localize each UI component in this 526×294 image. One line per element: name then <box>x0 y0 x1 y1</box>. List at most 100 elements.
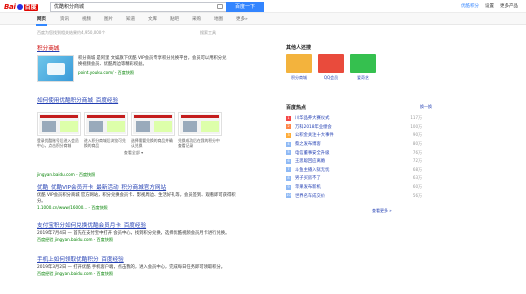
related-name: QQ会员 <box>323 75 339 80</box>
hot-value: 100万 <box>410 123 422 129</box>
hot-more-link[interactable]: 查看更多 » <box>372 208 392 214</box>
user-link-points[interactable]: 优酷积分 <box>461 3 479 9</box>
camera-icon[interactable] <box>217 4 223 9</box>
result-1-url[interactable]: point.youku.com/ - 百度快照 <box>78 70 228 76</box>
step-thumbnail[interactable] <box>131 112 175 136</box>
hot-refresh[interactable]: 换一换 <box>420 104 432 111</box>
result-stats: 百度为您找到相关结果约4,950,000个 <box>37 30 106 35</box>
hot-item[interactable]: 8 男子买房不了 63万 <box>286 174 432 183</box>
hot-rank-badge: 9 <box>286 184 291 190</box>
hot-text[interactable]: 斗鱼主播入狱无忧 <box>295 167 402 173</box>
result-2-title[interactable]: 如何使用优酷积分商城_百度经验 <box>37 96 230 104</box>
result-3-title[interactable]: 优酷_优酷VIP会员开卡_最新活动_积分商城官方网站 <box>37 183 237 191</box>
related-searches: 其他人还搜 积分商城 QQ会员 爱奇艺 <box>286 44 376 81</box>
tab-more[interactable]: 更多» <box>236 16 248 22</box>
result-4-title[interactable]: 支付宝积分如何兑换优酷会员月卡_百度经验 <box>37 221 237 229</box>
hot-value: 72万 <box>412 158 422 164</box>
step-thumbnail[interactable] <box>37 112 81 136</box>
result-1-thumbnail[interactable] <box>37 55 74 82</box>
hot-title: 百度热点 <box>286 105 307 111</box>
hot-text[interactable]: 苹果发布新机 <box>295 184 402 190</box>
step-thumbnail[interactable] <box>178 112 222 136</box>
top-bar: Bai 百度 优酷积分商城 百度一下 优酷积分 设置 更多产品 <box>0 0 526 13</box>
related-name: 爱奇艺 <box>357 75 369 80</box>
result-4-url[interactable]: 百度经验 jingyan.baidu.com - 百度快照 <box>37 237 237 243</box>
result-2-captions: 登录优酷账号后进入会员中心，点击积分商城 进入积分商城后浏览可兑换的商品 选择需… <box>37 138 230 148</box>
baidu-logo[interactable]: Bai 百度 <box>4 3 38 11</box>
related-item[interactable]: 爱奇艺 <box>350 54 376 81</box>
result-2-url-row: jingyan.baidu.com - 百度快照 <box>37 172 95 178</box>
hot-list: 百度热点 换一换 1 川华品养大赛仪式 117万 2 万科2018年业绩会 100万 3 公积… <box>286 104 432 200</box>
hot-text[interactable]: 公积金关注十大事件 <box>295 132 402 138</box>
hot-text[interactable]: 万科2018年业绩会 <box>295 124 402 130</box>
hot-value: 76万 <box>412 149 422 155</box>
result-5: 手机上如何领取优酷积分_百度经验 2019年3月2日 — 打开优酷 手机客户端，… <box>37 255 237 277</box>
hot-rank-badge: 8 <box>286 175 291 181</box>
result-1: 积分商城 <box>37 44 59 52</box>
step-thumbnail[interactable] <box>84 112 128 136</box>
related-thumbnail <box>350 54 376 73</box>
result-3-desc: 优酷 VIP会员积分商城 官方网站，积分兑换会员卡、影视周边、生活好礼等，会员签… <box>37 193 236 204</box>
paw-icon <box>16 4 23 10</box>
tab-news[interactable]: 资讯 <box>60 16 69 22</box>
search-tools[interactable]: 搜索工具 <box>200 30 216 36</box>
hot-text[interactable]: 川华品养大赛仪式 <box>295 115 402 121</box>
hot-text[interactable]: 男子买房不了 <box>295 175 402 181</box>
tab-zhidao[interactable]: 知道 <box>126 16 135 22</box>
user-links: 优酷积分 设置 更多产品 <box>461 3 518 9</box>
user-link-more[interactable]: 更多产品 <box>500 3 518 9</box>
hot-value: 80万 <box>412 141 422 147</box>
hot-item[interactable]: 6 王思聪回应离婚 72万 <box>286 157 432 166</box>
result-1-title[interactable]: 积分商城 <box>37 44 59 52</box>
hot-value: 117万 <box>410 115 422 121</box>
related-thumbnail <box>318 54 344 73</box>
hot-item[interactable]: 3 公积金关注十大事件 90万 <box>286 131 432 140</box>
hot-item[interactable]: 5 电信董事安全升级 76万 <box>286 148 432 157</box>
step-caption: 进入积分商城后浏览可兑换的商品 <box>84 138 126 148</box>
hot-rank-badge: 7 <box>286 167 291 173</box>
hot-item[interactable]: 9 苹果发布新机 60万 <box>286 183 432 192</box>
tab-map[interactable]: 地图 <box>214 16 223 22</box>
tab-caigou[interactable]: 采购 <box>192 16 201 22</box>
related-thumbnail <box>286 54 312 73</box>
tab-web[interactable]: 网页 <box>36 16 47 26</box>
logo-text: Bai <box>4 3 16 11</box>
hot-value: 60万 <box>412 184 422 190</box>
related-title: 其他人还搜 <box>286 45 312 51</box>
search-button[interactable]: 百度一下 <box>226 2 264 12</box>
hot-rank-badge: 1 <box>286 115 291 121</box>
hot-value: 90万 <box>412 132 422 138</box>
hot-text[interactable]: 世界名车成交价 <box>295 193 402 199</box>
result-3-url[interactable]: 1.1000.cn/www/16000... - 百度快照 <box>37 205 237 211</box>
result-3: 优酷_优酷VIP会员开卡_最新活动_积分商城官方网站 优酷 VIP会员积分商城 … <box>37 183 237 211</box>
hot-rank-badge: 4 <box>286 141 291 147</box>
hot-item[interactable]: 1 川华品养大赛仪式 117万 <box>286 114 432 123</box>
user-link-settings[interactable]: 设置 <box>485 3 494 9</box>
result-5-url[interactable]: 百度经验 jingyan.baidu.com - 百度快照 <box>37 271 237 277</box>
hot-value: 56万 <box>412 192 422 198</box>
hot-item[interactable]: 4 蔡之发布博客 80万 <box>286 140 432 149</box>
related-item[interactable]: QQ会员 <box>318 54 344 81</box>
hot-item[interactable]: 2 万科2018年业绩会 100万 <box>286 123 432 132</box>
hot-rank-badge: 5 <box>286 150 291 156</box>
result-5-title[interactable]: 手机上如何领取优酷积分_百度经验 <box>37 255 237 263</box>
logo-text-cn: 百度 <box>23 3 38 11</box>
result-2-url[interactable]: jingyan.baidu.com - 百度快照 <box>37 172 95 178</box>
tab-video[interactable]: 视频 <box>82 16 91 22</box>
related-name: 积分商城 <box>291 75 307 80</box>
hot-item[interactable]: 7 斗鱼主播入狱无忧 68万 <box>286 166 432 175</box>
hot-item[interactable]: 10 世界名车成交价 56万 <box>286 191 432 200</box>
result-1-desc: 积分商城 是阿里 文娱旗下优酷 VIP会员专享积分兑换平台，会员可以用积分兑换视… <box>78 56 227 67</box>
result-2-more[interactable]: 查看全部 ▾ <box>37 150 230 156</box>
hot-text[interactable]: 王思聪回应离婚 <box>295 158 402 164</box>
tab-tieba[interactable]: 贴吧 <box>170 16 179 22</box>
search-input[interactable]: 优酷积分商城 <box>50 2 226 12</box>
tab-wenku[interactable]: 文库 <box>148 16 157 22</box>
related-item[interactable]: 积分商城 <box>286 54 312 81</box>
hot-value: 63万 <box>412 175 422 181</box>
hot-text[interactable]: 蔡之发布博客 <box>295 141 402 147</box>
step-caption: 兑换成功后在我的积分中查看记录 <box>178 138 220 148</box>
step-caption: 登录优酷账号后进入会员中心，点击积分商城 <box>37 138 79 148</box>
tab-images[interactable]: 图片 <box>104 16 113 22</box>
hot-text[interactable]: 电信董事安全升级 <box>295 150 402 156</box>
